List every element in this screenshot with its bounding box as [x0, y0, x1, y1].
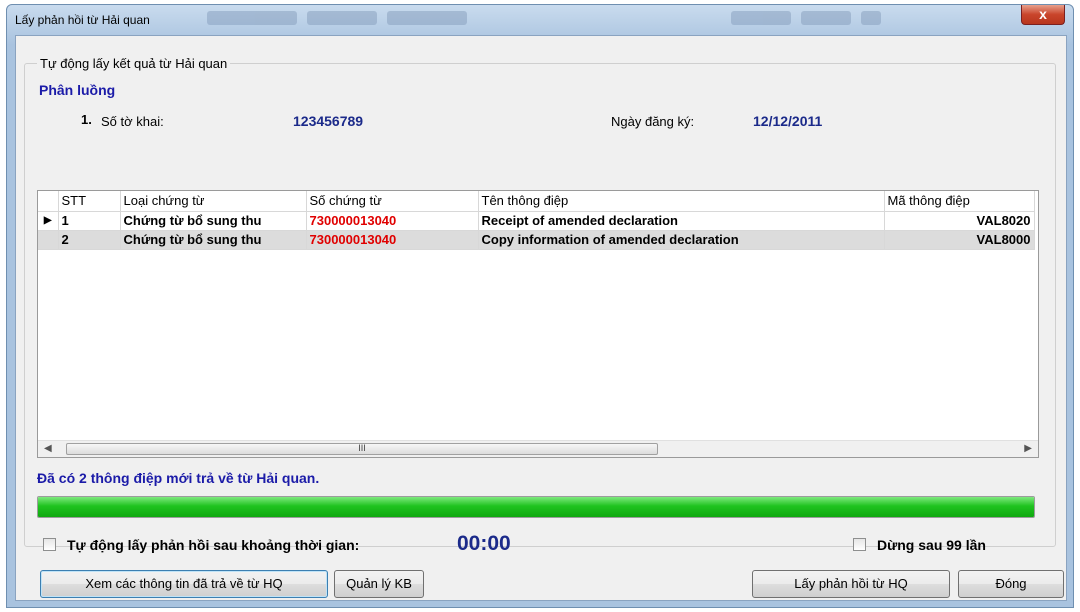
progress-bar: [37, 496, 1035, 518]
stop-after-checkbox[interactable]: [853, 538, 866, 551]
cell-message-code[interactable]: VAL8020: [884, 211, 1035, 231]
column-header-message-code[interactable]: Mã thông điệp: [884, 191, 1035, 212]
cell-document-number[interactable]: 730000013040: [306, 230, 479, 250]
blurred-taskbar-tabs: [207, 11, 987, 29]
selected-row-arrow-icon: ▶: [38, 211, 59, 231]
registration-date-label: Ngày đăng ký:: [611, 114, 695, 129]
cell-stt[interactable]: 2: [58, 230, 121, 250]
declaration-number-value: 123456789: [293, 113, 364, 129]
view-returned-info-button[interactable]: Xem các thông tin đã trả về từ HQ: [40, 570, 328, 598]
declaration-number-label: Số tờ khai:: [101, 114, 164, 129]
close-button[interactable]: Đóng: [958, 570, 1064, 598]
close-window-button[interactable]: x: [1021, 5, 1065, 25]
cell-stt[interactable]: 1: [58, 211, 121, 231]
auto-fetch-checkbox[interactable]: [43, 538, 56, 551]
horizontal-scrollbar[interactable]: ◀ III ▶: [38, 440, 1038, 457]
stop-after-label: Dừng sau 99 lần: [877, 537, 986, 553]
dialog-client-area: Tự động lấy kết quả từ Hải quan Phân luồ…: [15, 35, 1067, 601]
auto-fetch-groupbox: Tự động lấy kết quả từ Hải quan Phân luồ…: [24, 56, 1056, 555]
cell-message-name[interactable]: Receipt of amended declaration: [478, 211, 885, 231]
cell-message-code[interactable]: VAL8000: [884, 230, 1035, 250]
message-table: STT Loại chứng từ Số chứng từ Tên thông …: [38, 191, 1035, 250]
table-row[interactable]: 2 Chứng từ bổ sung thu 730000013040 Copy…: [38, 230, 1035, 250]
window-title: Lấy phản hồi từ Hải quan: [15, 13, 150, 27]
table-row[interactable]: ▶ 1 Chứng từ bổ sung thu 730000013040 Re…: [38, 211, 1035, 231]
row-header-cell: [38, 230, 59, 250]
auto-fetch-label: Tự động lấy phản hồi sau khoảng thời gia…: [67, 537, 360, 553]
cell-message-name[interactable]: Copy information of amended declaration: [478, 230, 885, 250]
dialog-window: Lấy phản hồi từ Hải quan x Tự động lấy k…: [6, 4, 1074, 608]
groupbox-label: Tự động lấy kết quả từ Hải quan: [37, 56, 231, 71]
section-title: Phân luồng: [39, 82, 116, 98]
countdown-timer: 00:00: [457, 532, 511, 555]
item-number: 1.: [81, 112, 92, 127]
status-message: Đã có 2 thông điệp mới trả về từ Hải qua…: [37, 470, 320, 486]
cell-document-type[interactable]: Chứng từ bổ sung thu: [120, 230, 307, 250]
registration-date-value: 12/12/2011: [753, 113, 823, 129]
message-grid[interactable]: STT Loại chứng từ Số chứng từ Tên thông …: [37, 190, 1039, 458]
fetch-response-button[interactable]: Lấy phản hồi từ HQ: [752, 570, 950, 598]
column-header-stt[interactable]: STT: [58, 191, 121, 212]
scrollbar-thumb[interactable]: III: [66, 443, 658, 455]
title-bar: Lấy phản hồi từ Hải quan x: [7, 5, 1073, 35]
column-header-document-number[interactable]: Số chứng từ: [306, 191, 479, 212]
scroll-left-icon[interactable]: ◀: [44, 443, 52, 454]
cell-document-type[interactable]: Chứng từ bổ sung thu: [120, 211, 307, 231]
row-header-corner: [38, 191, 59, 212]
progress-bar-fill: [38, 497, 1034, 517]
scroll-right-icon[interactable]: ▶: [1024, 443, 1032, 454]
manage-kb-button[interactable]: Quản lý KB: [334, 570, 424, 598]
cell-document-number[interactable]: 730000013040: [306, 211, 479, 231]
column-header-message-name[interactable]: Tên thông điệp: [478, 191, 885, 212]
column-header-document-type[interactable]: Loại chứng từ: [120, 191, 307, 212]
